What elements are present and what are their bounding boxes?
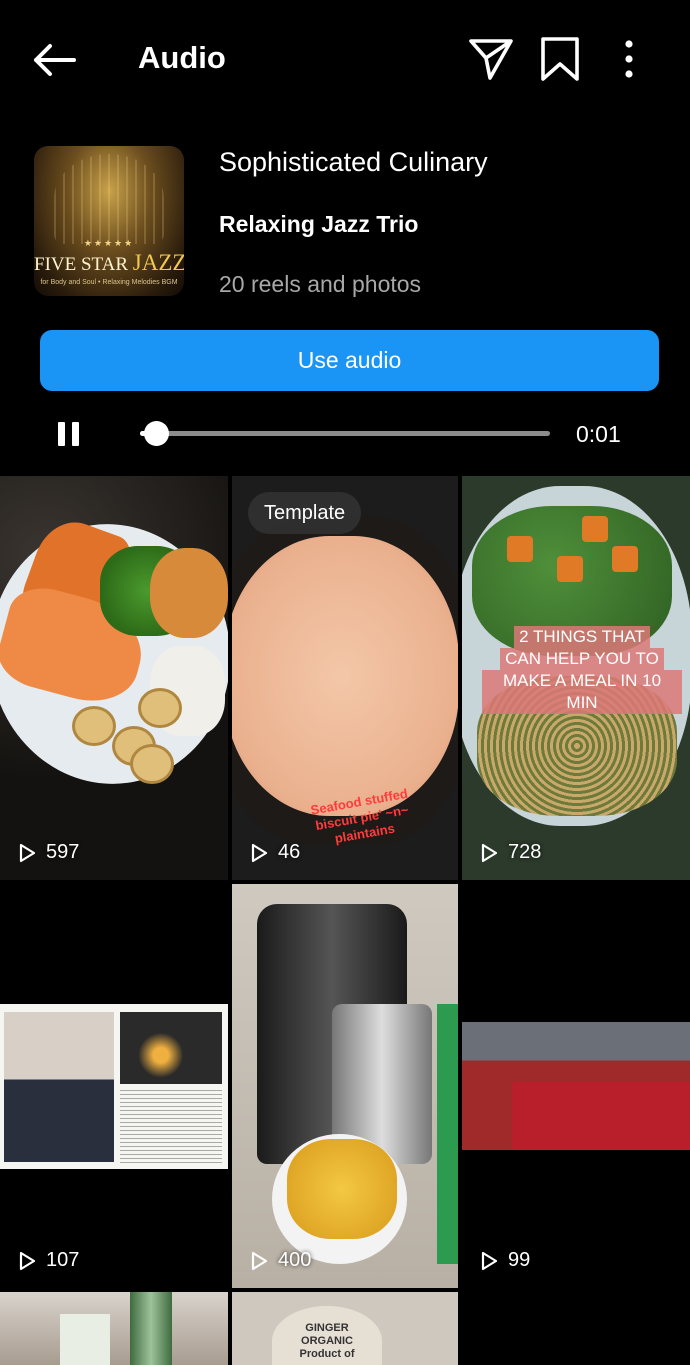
view-count-value: 728 [508, 841, 542, 863]
view-count: 46 [248, 841, 300, 864]
food-image [582, 516, 608, 542]
overlay-line: MAKE A MEAL IN 10 MIN [482, 670, 682, 714]
reel-text-overlay: 2 THINGS THAT CAN HELP YOU TO MAKE A MEA… [482, 626, 682, 714]
post-count: 20 reels and photos [219, 271, 422, 297]
food-image [612, 546, 638, 572]
overlay-line: 2 THINGS THAT [514, 626, 650, 648]
jar-label: GINGER ORGANIC Product of [299, 1322, 355, 1360]
play-icon [251, 843, 268, 862]
arrow-left-icon [34, 44, 76, 76]
food-image [150, 548, 228, 638]
play-icon [19, 843, 36, 862]
reel-tile[interactable] [0, 1292, 228, 1365]
album-cover[interactable]: ★★★★★ FIVE STAR JAZZ for Body and Soul •… [34, 146, 184, 296]
carton-image [60, 1314, 110, 1365]
doc-text [120, 1090, 222, 1164]
view-count: 728 [478, 841, 541, 864]
cover-brand: FIVE STAR JAZZ [34, 250, 184, 275]
chandelier-graphic [54, 154, 164, 244]
template-badge: Template [248, 492, 362, 534]
more-options-button[interactable] [612, 34, 646, 84]
document-image [0, 1004, 228, 1169]
bookmark-icon [541, 37, 579, 81]
use-audio-button[interactable]: Use audio [40, 330, 659, 391]
view-count-value: 107 [46, 1249, 80, 1271]
pause-button[interactable] [58, 422, 80, 446]
playback-slider[interactable] [140, 421, 550, 446]
bottle-image [130, 1292, 172, 1365]
playback-thumb[interactable] [144, 421, 170, 446]
doc-photo [120, 1012, 222, 1084]
play-icon [251, 1251, 268, 1270]
reel-tile[interactable]: 107 [0, 884, 228, 1288]
reel-tile[interactable]: 2 THINGS THAT CAN HELP YOU TO MAKE A MEA… [462, 476, 690, 880]
play-icon [19, 1251, 36, 1270]
share-button[interactable] [466, 34, 516, 84]
view-count-value: 46 [278, 841, 301, 863]
view-count: 99 [478, 1249, 530, 1272]
cover-tagline: for Body and Soul • Relaxing Melodies BG… [40, 279, 178, 286]
doc-photo [4, 1012, 114, 1162]
view-count-value: 400 [278, 1249, 312, 1271]
view-count: 107 [16, 1249, 79, 1272]
food-image [138, 688, 182, 728]
pause-icon-bar [72, 422, 79, 446]
cutting-board-image [437, 1004, 458, 1264]
overlay-line: CAN HELP YOU TO [500, 648, 664, 670]
food-image [557, 556, 583, 582]
reel-tile[interactable]: 400 [232, 884, 458, 1288]
more-vertical-icon [625, 40, 633, 78]
kitchen-image [462, 1022, 690, 1150]
pie-image [232, 536, 458, 816]
back-button[interactable] [28, 34, 80, 86]
food-image [130, 744, 174, 784]
pause-icon [58, 422, 65, 446]
elapsed-time: 0:01 [576, 421, 621, 447]
view-count: 597 [16, 841, 79, 864]
food-image [72, 706, 116, 746]
audio-title: Sophisticated Culinary [219, 147, 488, 177]
view-count-value: 99 [508, 1249, 531, 1271]
header: Audio [0, 0, 690, 116]
artist-name[interactable]: Relaxing Jazz Trio [219, 208, 418, 240]
save-button[interactable] [537, 34, 583, 84]
reel-tile[interactable]: 597 [0, 476, 228, 880]
page-title: Audio [138, 40, 226, 75]
play-icon [481, 1251, 498, 1270]
paper-plane-icon [469, 39, 513, 80]
play-icon [481, 843, 498, 862]
counter-image [512, 1082, 690, 1150]
food-image [507, 536, 533, 562]
reels-grid: 597 Seafood stuffed biscuit pie' ~n~ pla… [0, 476, 690, 1365]
food-image [287, 1139, 397, 1239]
reel-tile[interactable]: GINGER ORGANIC Product of [232, 1292, 458, 1365]
reel-tile[interactable]: 99 [462, 884, 690, 1288]
cover-stars: ★★★★★ [83, 238, 135, 248]
reel-tile[interactable] [462, 1292, 690, 1365]
reel-tile[interactable]: Seafood stuffed biscuit pie' ~n~ plainta… [232, 476, 458, 880]
view-count-value: 597 [46, 841, 80, 863]
view-count: 400 [248, 1249, 311, 1272]
